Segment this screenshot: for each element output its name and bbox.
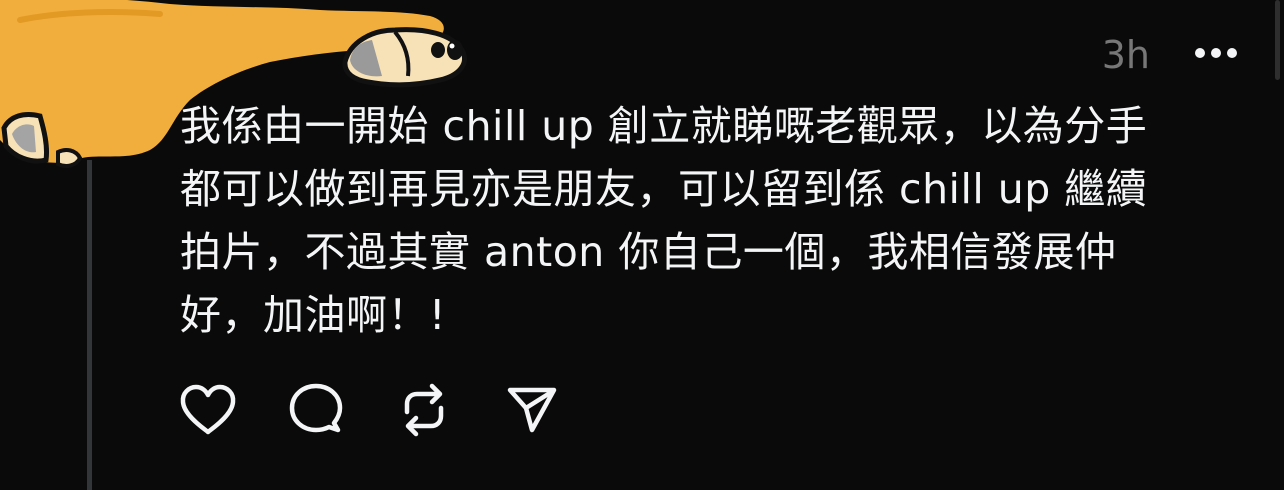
send-icon — [507, 387, 557, 433]
more-options-button[interactable] — [1190, 30, 1242, 76]
ellipsis-icon — [1195, 48, 1237, 58]
post-timestamp: 3h — [1101, 33, 1150, 77]
post-card: 3h 我係由一開始 chill up 創立就睇嘅老觀眾，以為分手 都可以做到再見… — [0, 0, 1284, 490]
post-body-text: 我係由一開始 chill up 創立就睇嘅老觀眾，以為分手 都可以做到再見亦是朋… — [180, 102, 1148, 339]
like-button[interactable] — [176, 378, 240, 442]
repost-button[interactable] — [392, 378, 456, 442]
heart-icon — [180, 384, 236, 435]
comment-icon — [289, 383, 343, 433]
thread-line — [87, 160, 92, 490]
reply-button[interactable] — [284, 378, 348, 442]
repost-icon — [404, 383, 444, 437]
scrollbar-thumb[interactable] — [1275, 0, 1280, 80]
share-button[interactable] — [500, 378, 564, 442]
action-bar — [176, 378, 608, 442]
scrollbar[interactable] — [1270, 0, 1284, 100]
